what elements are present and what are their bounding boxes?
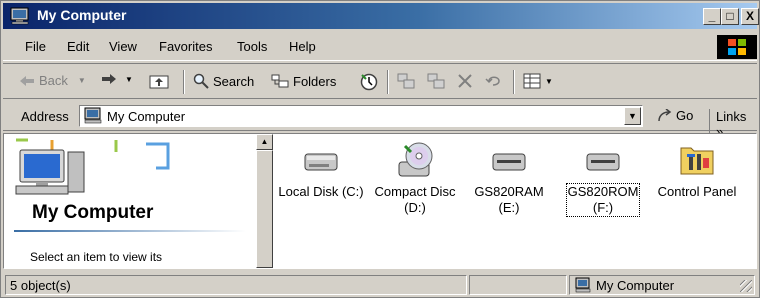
window-title: My Computer [37, 7, 127, 23]
explorer-window: My Computer _ □ X File Edit View Favorit… [0, 0, 760, 298]
up-button[interactable] [149, 73, 169, 89]
file-list: Local Disk (C:) Compact Disc (D:) GS820R… [276, 134, 756, 268]
object-count: 5 object(s) [10, 278, 71, 293]
move-to-button[interactable] [397, 73, 415, 89]
move-to-icon [397, 73, 415, 89]
search-label: Search [213, 73, 255, 89]
drive-letter: (F:) [592, 200, 614, 215]
pane-title: My Computer [32, 202, 154, 223]
status-zone-label: My Computer [596, 278, 675, 293]
drive-item-e[interactable]: GS820RAM (E:) [464, 140, 554, 216]
history-button[interactable] [359, 73, 379, 91]
maximize-button[interactable]: □ [721, 8, 739, 25]
address-label: Address [21, 109, 69, 124]
drive-label: Compact Disc [374, 184, 456, 199]
removable-drive-icon [492, 153, 526, 171]
drive-label: GS820RAM [474, 184, 544, 199]
my-computer-icon [84, 107, 102, 124]
hard-drive-icon [304, 153, 338, 171]
address-dropdown-button[interactable]: ▼ [624, 107, 641, 125]
status-panel-zone: My Computer [569, 275, 755, 295]
my-computer-icon [575, 277, 591, 293]
folders-label: Folders [293, 73, 337, 89]
drive-letter: (D:) [404, 200, 426, 215]
control-panel-item[interactable]: Control Panel [652, 140, 742, 200]
cd-drive-icon [398, 142, 433, 177]
toolbar-separator [183, 70, 185, 94]
menu-file[interactable]: File [25, 39, 46, 54]
back-label: Back [39, 73, 68, 88]
undo-button[interactable] [485, 73, 503, 87]
menu-view[interactable]: View [109, 39, 137, 54]
search-button[interactable]: Search [193, 73, 254, 89]
menu-bar: File Edit View Favorites Tools Help [3, 31, 757, 61]
drive-label: Local Disk (C:) [278, 184, 364, 199]
menu-tools[interactable]: Tools [237, 39, 267, 54]
search-icon [193, 73, 209, 89]
control-panel-icon [680, 147, 714, 175]
pane-description: Select an item to view its [30, 250, 163, 264]
title-bar[interactable]: My Computer _ □ X [3, 3, 759, 29]
standard-toolbar: Back ▼ ▼ Search Folders ▼ [3, 63, 757, 99]
item-label: Control Panel [657, 184, 737, 199]
my-computer-icon [10, 7, 29, 25]
removable-drive-icon [586, 153, 620, 171]
task-pane: My Computer Select an item to view its [4, 134, 256, 268]
chevron-down-icon[interactable]: ▼ [545, 77, 553, 86]
menu-help[interactable]: Help [289, 39, 316, 54]
views-grid-icon [523, 73, 541, 89]
vertical-scrollbar[interactable]: ▲ [256, 134, 273, 268]
forward-button[interactable]: ▼ [101, 73, 133, 85]
drive-label: GS820ROM [567, 184, 639, 199]
resize-grip[interactable] [740, 280, 752, 292]
folder-up-icon [149, 75, 169, 89]
status-bar: 5 object(s) My Computer [3, 273, 757, 297]
copy-to-button[interactable] [427, 73, 445, 89]
content-area: My Computer Select an item to view its ▲… [3, 133, 757, 269]
drive-item-f[interactable]: GS820ROM (F:) [558, 140, 648, 217]
address-value: My Computer [107, 109, 186, 124]
folders-icon [271, 74, 289, 88]
scroll-thumb[interactable] [256, 150, 273, 268]
back-arrow-icon [20, 75, 34, 86]
drive-letter: (E:) [498, 200, 520, 215]
status-panel-empty [469, 275, 567, 295]
views-button[interactable]: ▼ [523, 73, 553, 89]
drive-item-d[interactable]: Compact Disc (D:) [370, 140, 460, 216]
pane-divider [14, 230, 246, 232]
windows-logo-icon [717, 35, 757, 59]
drive-item-c[interactable]: Local Disk (C:) [276, 140, 366, 200]
undo-icon [485, 76, 500, 86]
scroll-up-button[interactable]: ▲ [256, 134, 273, 150]
chevron-down-icon[interactable]: ▼ [78, 76, 86, 85]
menu-edit[interactable]: Edit [67, 39, 89, 54]
status-panel-count: 5 object(s) [5, 275, 467, 295]
minimize-button[interactable]: _ [703, 8, 721, 25]
copy-to-icon [427, 73, 445, 89]
go-button[interactable]: Go [657, 108, 693, 123]
go-label: Go [676, 108, 694, 123]
toolbar-separator [387, 70, 389, 94]
menu-favorites[interactable]: Favorites [159, 39, 212, 54]
delete-x-icon [458, 74, 472, 88]
toolbar-separator [513, 70, 515, 94]
history-icon [360, 73, 378, 91]
delete-button[interactable] [457, 73, 473, 89]
forward-arrow-icon [102, 74, 116, 84]
chevron-down-icon[interactable]: ▼ [125, 75, 133, 84]
address-input[interactable]: My Computer ▼ [79, 105, 643, 127]
close-button[interactable]: X [741, 8, 759, 25]
my-computer-banner-icon [15, 138, 170, 195]
back-button[interactable]: Back ▼ [19, 73, 86, 88]
address-bar: Address My Computer ▼ Go Links » [3, 101, 757, 139]
folders-button[interactable]: Folders [271, 73, 336, 89]
go-arrow-icon [658, 108, 672, 121]
